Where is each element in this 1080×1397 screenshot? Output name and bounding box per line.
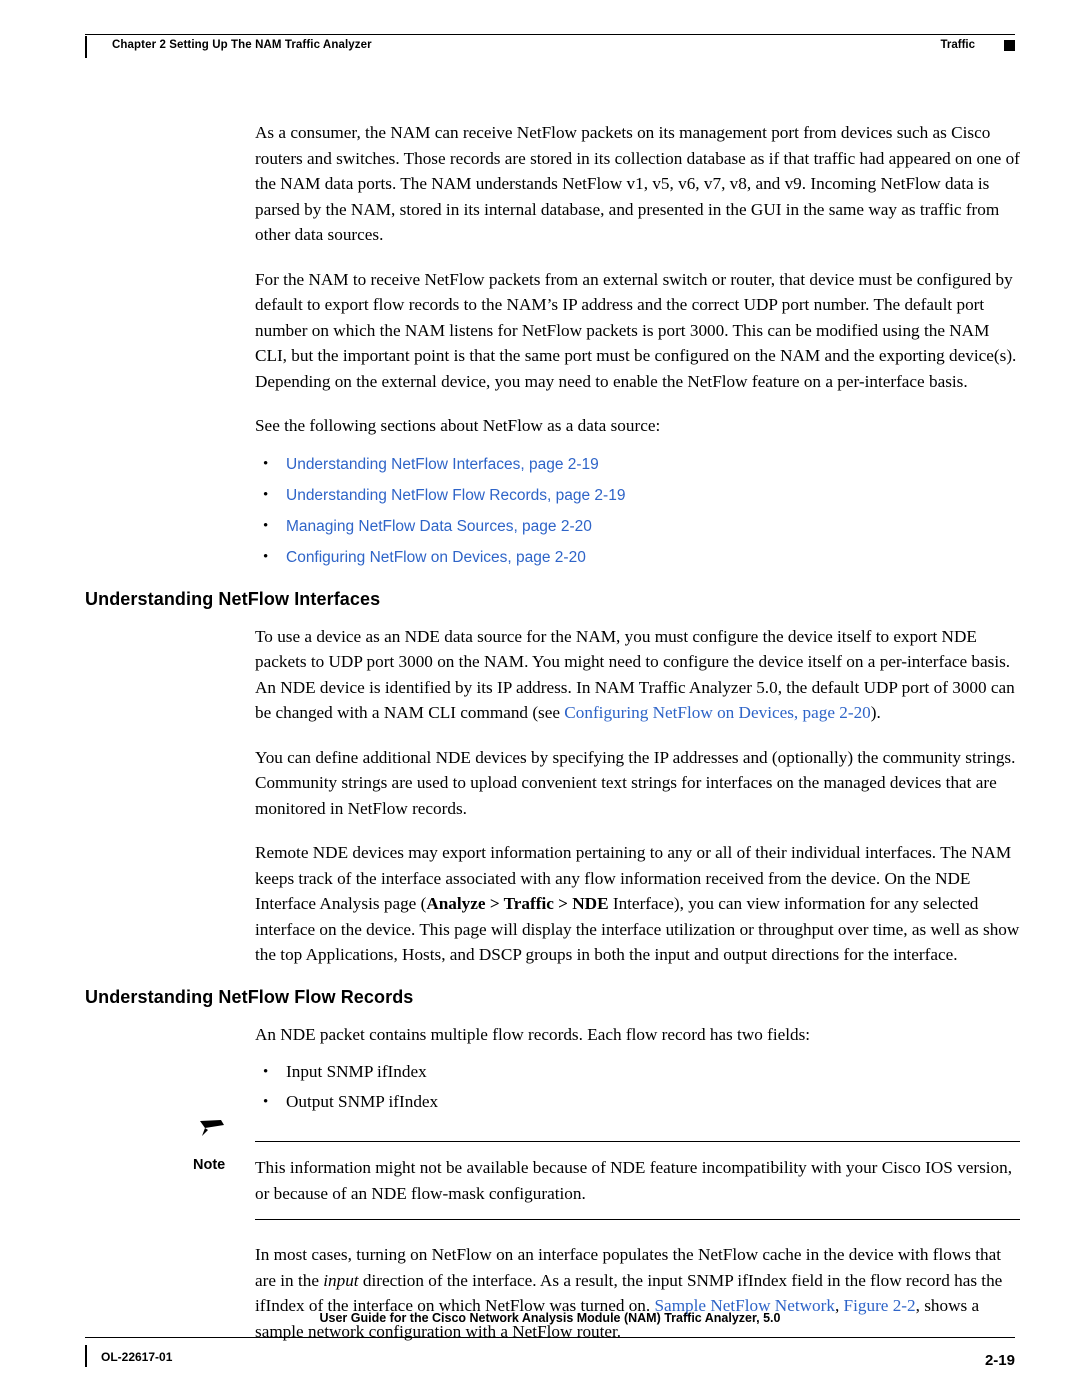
note-text: This information might not be available … <box>255 1158 1013 1203</box>
footer-left-marker <box>85 1345 87 1367</box>
cross-reference-list: Understanding NetFlow Interfaces, page 2… <box>85 449 1020 573</box>
footer-document-id: OL-22617-01 <box>101 1350 173 1364</box>
footer-guide-title: User Guide for the Cisco Network Analysi… <box>319 1311 781 1325</box>
footer-divider <box>85 1337 1015 1338</box>
heading-understanding-netflow-interfaces: Understanding NetFlow Interfaces <box>85 588 381 609</box>
section2-paragraph-1: An NDE packet contains multiple flow rec… <box>255 1024 811 1044</box>
flow-record-fields-list: Input SNMP ifIndex Output SNMP ifIndex <box>85 1057 1020 1117</box>
header-running-head: Traffic <box>940 39 975 51</box>
list-item: Configuring NetFlow on Devices, page 2-2… <box>255 542 1020 573</box>
link-managing-netflow-data-sources[interactable]: Managing NetFlow Data Sources, page 2-20 <box>286 518 592 535</box>
section1-p3-menu-path: Analyze > Traffic > NDE <box>426 894 609 913</box>
note-block: Note This information might not be avail… <box>85 1120 1020 1220</box>
header-square-marker <box>1004 40 1015 51</box>
note-top-divider <box>255 1141 1020 1142</box>
page-content: As a consumer, the NAM can receive NetFl… <box>85 120 1020 1363</box>
header-chapter-label: Chapter 2 Setting Up The NAM Traffic Ana… <box>112 39 372 51</box>
paragraph-2: For the NAM to receive NetFlow packets f… <box>255 269 1017 391</box>
section1-paragraph-2: You can define additional NDE devices by… <box>255 747 1016 818</box>
link-configuring-netflow-on-devices[interactable]: Configuring NetFlow on Devices, page 2-2… <box>286 549 586 566</box>
note-bottom-divider <box>255 1219 1020 1220</box>
link-configuring-netflow-on-devices-inline[interactable]: Configuring NetFlow on Devices, page 2-2… <box>564 703 870 722</box>
header-left-marker <box>85 36 87 58</box>
note-pencil-icon <box>199 1119 225 1139</box>
section1-p1-text-after: ). <box>870 703 881 722</box>
section1-paragraph-1: To use a device as an NDE data source fo… <box>85 624 1020 726</box>
list-item: Input SNMP ifIndex <box>255 1057 1020 1087</box>
list-item: Understanding NetFlow Flow Records, page… <box>255 480 1020 511</box>
section1-paragraph-3: Remote NDE devices may export informatio… <box>85 840 1020 968</box>
page-header: Chapter 2 Setting Up The NAM Traffic Ana… <box>85 34 1015 64</box>
list-item: Understanding NetFlow Interfaces, page 2… <box>255 449 1020 480</box>
list-item: Managing NetFlow Data Sources, page 2-20 <box>255 511 1020 542</box>
footer-page-number: 2-19 <box>984 1352 1015 1369</box>
header-divider <box>85 34 1015 35</box>
paragraph-1: As a consumer, the NAM can receive NetFl… <box>255 123 1020 244</box>
page-footer: User Guide for the Cisco Network Analysi… <box>85 1311 1015 1369</box>
note-label: Note <box>193 1157 226 1173</box>
link-understanding-netflow-flow-records[interactable]: Understanding NetFlow Flow Records, page… <box>286 487 625 504</box>
link-understanding-netflow-interfaces[interactable]: Understanding NetFlow Interfaces, page 2… <box>286 456 599 473</box>
list-item: Output SNMP ifIndex <box>255 1087 1020 1117</box>
heading-understanding-netflow-flow-records: Understanding NetFlow Flow Records <box>85 986 414 1007</box>
paragraph-3: See the following sections about NetFlow… <box>255 416 661 435</box>
document-page: Chapter 2 Setting Up The NAM Traffic Ana… <box>0 0 1080 1397</box>
closing-emphasis-input: input <box>323 1270 359 1290</box>
